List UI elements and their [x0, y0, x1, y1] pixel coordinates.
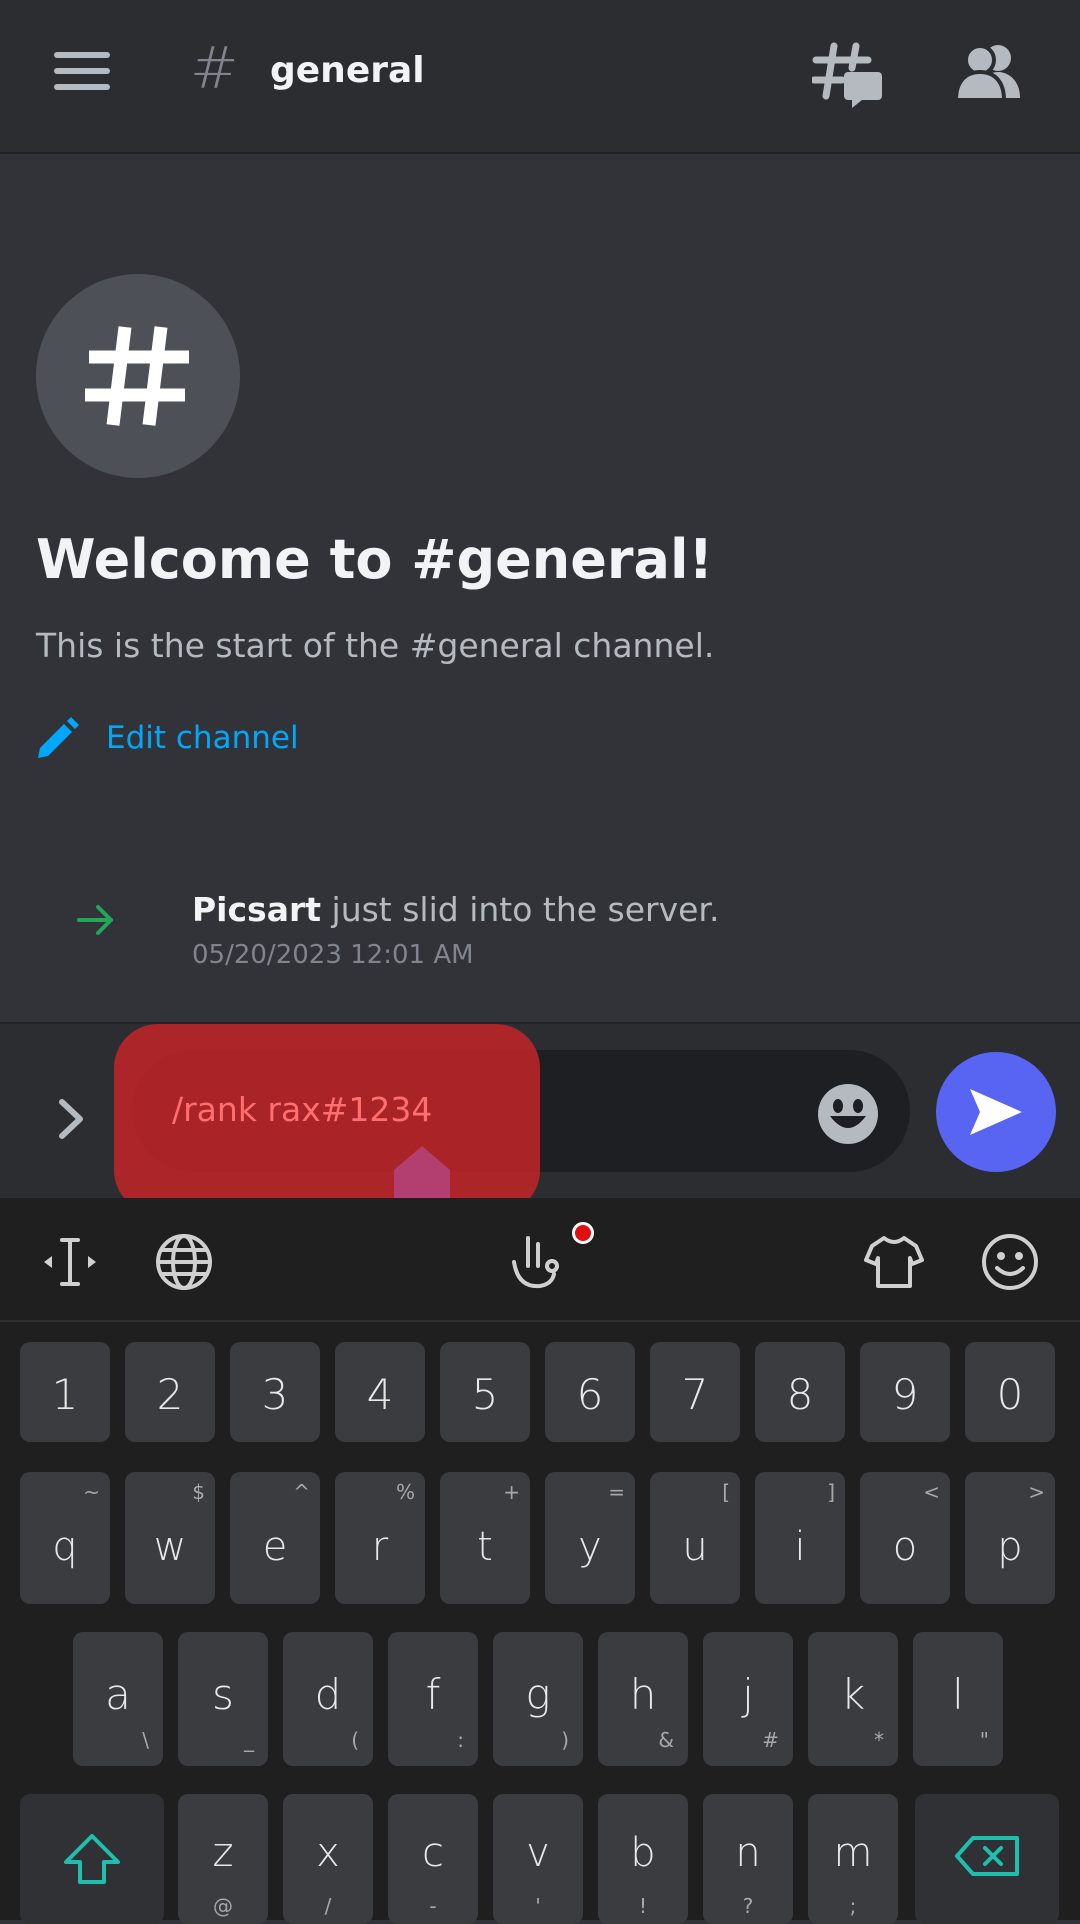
key-e[interactable]: ^ e	[230, 1472, 320, 1604]
message-timestamp: 05/20/2023 12:01 AM	[192, 940, 474, 970]
key-5[interactable]: 5	[440, 1342, 530, 1442]
channel-header: # general	[0, 0, 1080, 154]
key-2[interactable]: 2	[125, 1342, 215, 1442]
key-x[interactable]: x /	[283, 1794, 373, 1924]
key-d[interactable]: d(	[283, 1632, 373, 1766]
edit-channel-link[interactable]: Edit channel	[36, 716, 299, 760]
system-message: Picsart just slid into the server.	[192, 890, 719, 929]
key-h[interactable]: h &	[598, 1632, 688, 1766]
members-icon[interactable]	[956, 42, 1022, 100]
key-7[interactable]: 7	[650, 1342, 740, 1442]
key-i[interactable]: ] i	[755, 1472, 845, 1604]
key-4[interactable]: 4	[335, 1342, 425, 1442]
key-6[interactable]: 6	[545, 1342, 635, 1442]
key-n[interactable]: n?	[703, 1794, 793, 1924]
send-icon	[970, 1089, 1022, 1135]
hash-icon	[85, 326, 189, 426]
key-t[interactable]: + t	[440, 1472, 530, 1604]
key-9[interactable]: 9	[860, 1342, 950, 1442]
key-u[interactable]: [u	[650, 1472, 740, 1604]
key-p[interactable]: > p	[965, 1472, 1055, 1604]
key-s[interactable]: s _	[178, 1632, 268, 1766]
channel-title: general	[270, 50, 425, 91]
key-8[interactable]: 8	[755, 1342, 845, 1442]
hamburger-icon[interactable]	[54, 50, 112, 92]
message-text: just slid into the server.	[321, 890, 720, 929]
theme-shirt-icon[interactable]	[864, 1232, 924, 1292]
key-j[interactable]: j #	[703, 1632, 793, 1766]
key-c[interactable]: c-	[388, 1794, 478, 1924]
key-b[interactable]: b!	[598, 1794, 688, 1924]
key-1[interactable]: 1	[20, 1342, 110, 1442]
key-v[interactable]: v '	[493, 1794, 583, 1924]
shift-arrow-icon	[64, 1834, 120, 1884]
backspace-icon	[955, 1836, 1019, 1876]
key-o[interactable]: < o	[860, 1472, 950, 1604]
key-a[interactable]: a \	[73, 1632, 163, 1766]
gesture-icon[interactable]	[508, 1232, 572, 1292]
key-y[interactable]: = y	[545, 1472, 635, 1604]
smiley-icon[interactable]	[816, 1082, 880, 1146]
chevron-right-icon[interactable]	[54, 1096, 88, 1142]
message-input-value[interactable]: /rank rax#1234	[172, 1090, 432, 1129]
edit-channel-label: Edit channel	[106, 720, 299, 756]
key-w[interactable]: $ w	[125, 1472, 215, 1604]
arrow-right-icon	[77, 905, 113, 935]
key-r[interactable]: % r	[335, 1472, 425, 1604]
key-f[interactable]: f:	[388, 1632, 478, 1766]
threads-icon[interactable]	[812, 40, 884, 110]
text-cursor-icon[interactable]	[40, 1232, 100, 1292]
welcome-title: Welcome to #general!	[36, 528, 714, 591]
key-0[interactable]: 0	[965, 1342, 1055, 1442]
channel-icon	[36, 274, 240, 478]
key-q[interactable]: ~ q	[20, 1472, 110, 1604]
key-k[interactable]: k *	[808, 1632, 898, 1766]
key-3[interactable]: 3	[230, 1342, 320, 1442]
shift-key[interactable]	[20, 1794, 164, 1924]
username[interactable]: Picsart	[192, 890, 321, 929]
key-l[interactable]: l "	[913, 1632, 1003, 1766]
channel-hash-icon: #	[190, 34, 239, 102]
backspace-key[interactable]	[915, 1794, 1059, 1924]
soft-keyboard: 1 2 3 4 5 6 7 8 9 0 ~ q $ w ^ e % r + t = y [u…	[0, 1198, 1080, 1924]
key-z[interactable]: z @	[178, 1794, 268, 1924]
key-g[interactable]: g)	[493, 1632, 583, 1766]
pencil-icon	[38, 717, 79, 758]
keyboard-toolbar	[0, 1198, 1080, 1322]
notification-dot	[572, 1222, 594, 1244]
globe-icon[interactable]	[154, 1232, 214, 1292]
key-m[interactable]: m;	[808, 1794, 898, 1924]
send-button[interactable]	[936, 1052, 1056, 1172]
emoji-keyboard-icon[interactable]	[980, 1232, 1040, 1292]
welcome-subtitle: This is the start of the #general channe…	[36, 626, 715, 665]
